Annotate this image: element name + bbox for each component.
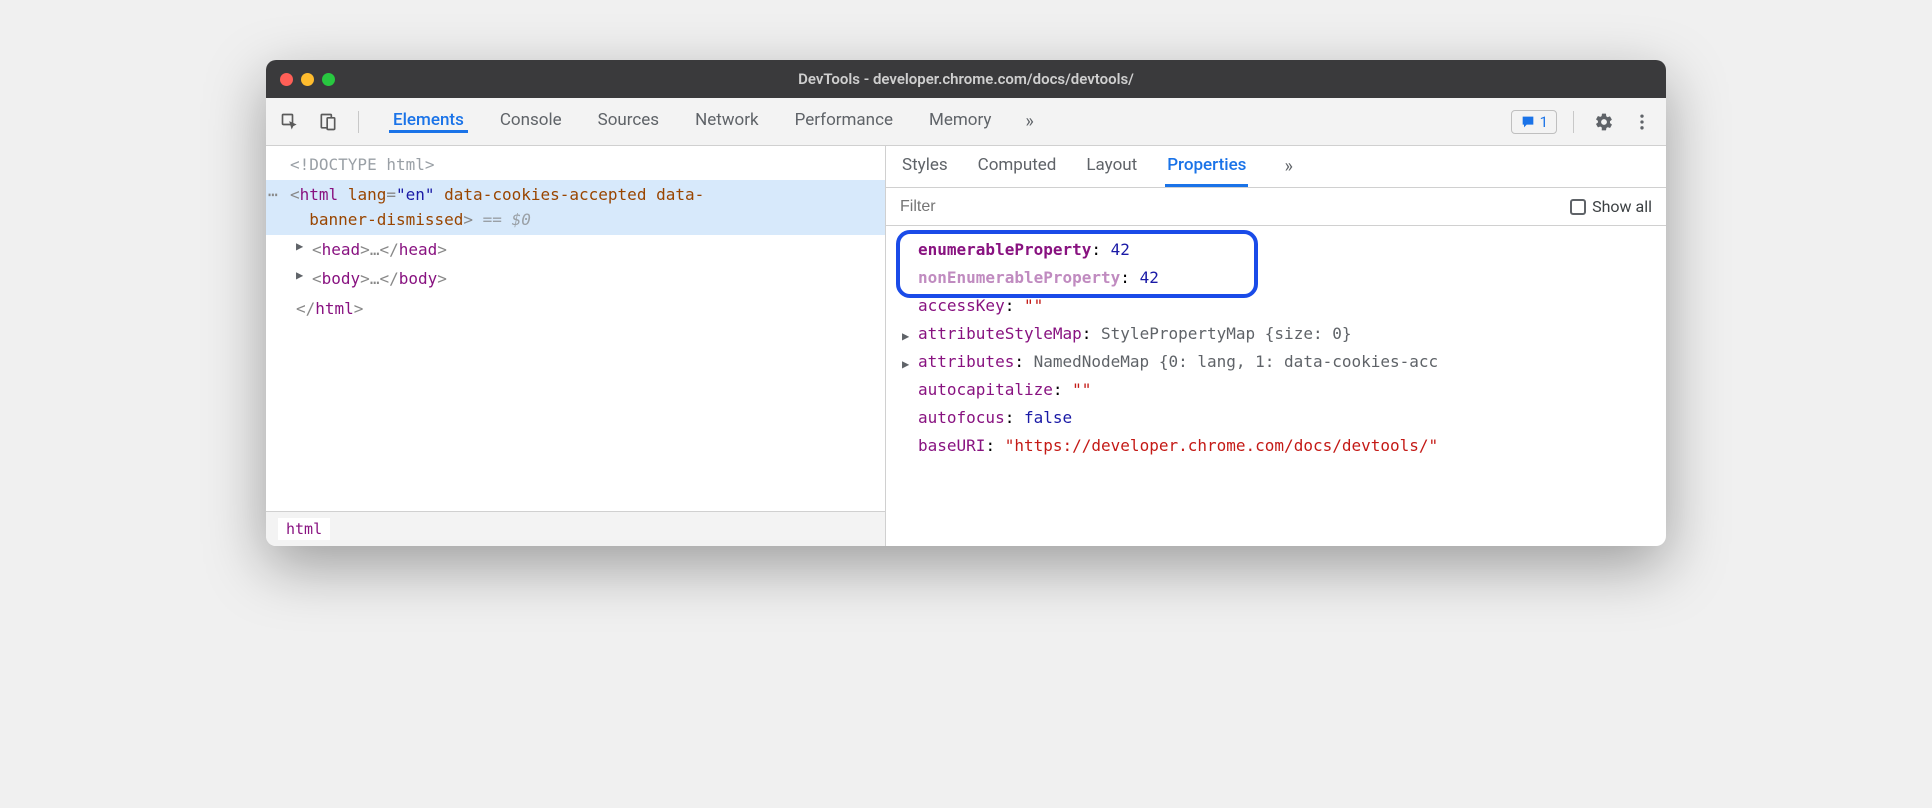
more-menu-icon[interactable] <box>1628 108 1656 136</box>
toolbar-right: 1 <box>1511 108 1656 136</box>
dom-tree[interactable]: <!DOCTYPE html> ⋯ <html lang="en" data-c… <box>266 146 885 511</box>
property-row[interactable]: accessKey: "" <box>902 292 1650 320</box>
expand-icon[interactable]: ▶ <box>902 326 909 347</box>
dom-body[interactable]: ▶ <body>…</body> <box>266 264 885 294</box>
side-tabs: Styles Computed Layout Properties » <box>886 146 1666 188</box>
side-panel: Styles Computed Layout Properties » Show all… <box>886 146 1666 546</box>
property-value: 42 <box>1140 268 1159 287</box>
chat-icon <box>1520 114 1536 130</box>
property-key: accessKey <box>918 296 1005 315</box>
property-row[interactable]: autocapitalize: "" <box>902 376 1650 404</box>
dom-head[interactable]: ▶ <head>…</head> <box>266 235 885 265</box>
tab-memory[interactable]: Memory <box>925 110 995 133</box>
property-key: nonEnumerableProperty <box>918 268 1120 287</box>
content-area: <!DOCTYPE html> ⋯ <html lang="en" data-c… <box>266 146 1666 546</box>
main-toolbar: Elements Console Sources Network Performance… <box>266 98 1666 146</box>
issues-button[interactable]: 1 <box>1511 110 1557 134</box>
property-row[interactable]: nonEnumerableProperty: 42 <box>902 264 1650 292</box>
divider <box>1573 111 1574 133</box>
elements-panel: <!DOCTYPE html> ⋯ <html lang="en" data-c… <box>266 146 886 546</box>
settings-icon[interactable] <box>1590 108 1618 136</box>
side-tab-layout[interactable]: Layout <box>1084 146 1139 187</box>
dom-html-open[interactable]: ⋯ <html lang="en" data-cookies-accepted … <box>266 180 885 235</box>
more-tabs-icon[interactable]: » <box>1025 111 1033 132</box>
more-side-tabs-icon[interactable]: » <box>1284 156 1292 177</box>
zoom-window-button[interactable] <box>322 73 335 86</box>
tab-sources[interactable]: Sources <box>594 110 663 133</box>
property-value: "" <box>1024 296 1043 315</box>
filter-bar: Show all <box>886 188 1666 226</box>
show-all-label: Show all <box>1592 197 1652 216</box>
property-row[interactable]: ▶attributes: NamedNodeMap {0: lang, 1: d… <box>902 348 1650 376</box>
tab-elements[interactable]: Elements <box>389 110 468 133</box>
property-value: "https://developer.chrome.com/docs/devto… <box>1005 436 1438 455</box>
property-value: "" <box>1072 380 1091 399</box>
filter-input[interactable] <box>900 198 1558 216</box>
checkbox-icon <box>1570 199 1586 215</box>
property-value: NamedNodeMap {0: lang, 1: data-cookies-a… <box>1034 352 1439 371</box>
property-key: autocapitalize <box>918 380 1053 399</box>
expand-icon[interactable]: ▶ <box>296 237 303 256</box>
tab-performance[interactable]: Performance <box>791 110 897 133</box>
property-value: false <box>1024 408 1072 427</box>
divider <box>358 111 359 133</box>
show-all-checkbox[interactable]: Show all <box>1570 197 1652 216</box>
property-value: 42 <box>1111 240 1130 259</box>
property-key: attributes <box>918 352 1014 371</box>
toolbar-left: Elements Console Sources Network Performance… <box>276 108 1034 136</box>
traffic-lights <box>280 73 335 86</box>
property-row[interactable]: ▶attributeStyleMap: StylePropertyMap {si… <box>902 320 1650 348</box>
side-tab-properties[interactable]: Properties <box>1165 146 1248 187</box>
main-tabs: Elements Console Sources Network Performance… <box>389 110 995 133</box>
titlebar: DevTools - developer.chrome.com/docs/dev… <box>266 60 1666 98</box>
dom-doctype[interactable]: <!DOCTYPE html> <box>266 150 885 180</box>
devtools-window: DevTools - developer.chrome.com/docs/dev… <box>266 60 1666 546</box>
window-title: DevTools - developer.chrome.com/docs/dev… <box>266 70 1666 88</box>
tab-network[interactable]: Network <box>691 110 763 133</box>
property-row[interactable]: baseURI: "https://developer.chrome.com/d… <box>902 432 1650 460</box>
tab-console[interactable]: Console <box>496 110 566 133</box>
property-key: attributeStyleMap <box>918 324 1082 343</box>
property-key: autofocus <box>918 408 1005 427</box>
expand-icon[interactable]: ▶ <box>902 354 909 375</box>
ellipsis-icon: ⋯ <box>268 182 278 208</box>
close-window-button[interactable] <box>280 73 293 86</box>
property-value: StylePropertyMap {size: 0} <box>1101 324 1351 343</box>
inspect-element-icon[interactable] <box>276 108 304 136</box>
dom-html-close[interactable]: </html> <box>266 294 885 324</box>
side-tab-computed[interactable]: Computed <box>976 146 1059 187</box>
breadcrumb-html[interactable]: html <box>278 518 330 540</box>
property-row[interactable]: enumerableProperty: 42 <box>902 236 1650 264</box>
property-key: enumerableProperty <box>918 240 1091 259</box>
property-key: baseURI <box>918 436 985 455</box>
issues-count: 1 <box>1540 113 1548 131</box>
properties-list[interactable]: enumerableProperty: 42nonEnumerablePrope… <box>886 226 1666 546</box>
expand-icon[interactable]: ▶ <box>296 266 303 285</box>
property-row[interactable]: autofocus: false <box>902 404 1650 432</box>
breadcrumb: html <box>266 511 885 546</box>
side-tab-styles[interactable]: Styles <box>900 146 950 187</box>
device-toggle-icon[interactable] <box>314 108 342 136</box>
minimize-window-button[interactable] <box>301 73 314 86</box>
